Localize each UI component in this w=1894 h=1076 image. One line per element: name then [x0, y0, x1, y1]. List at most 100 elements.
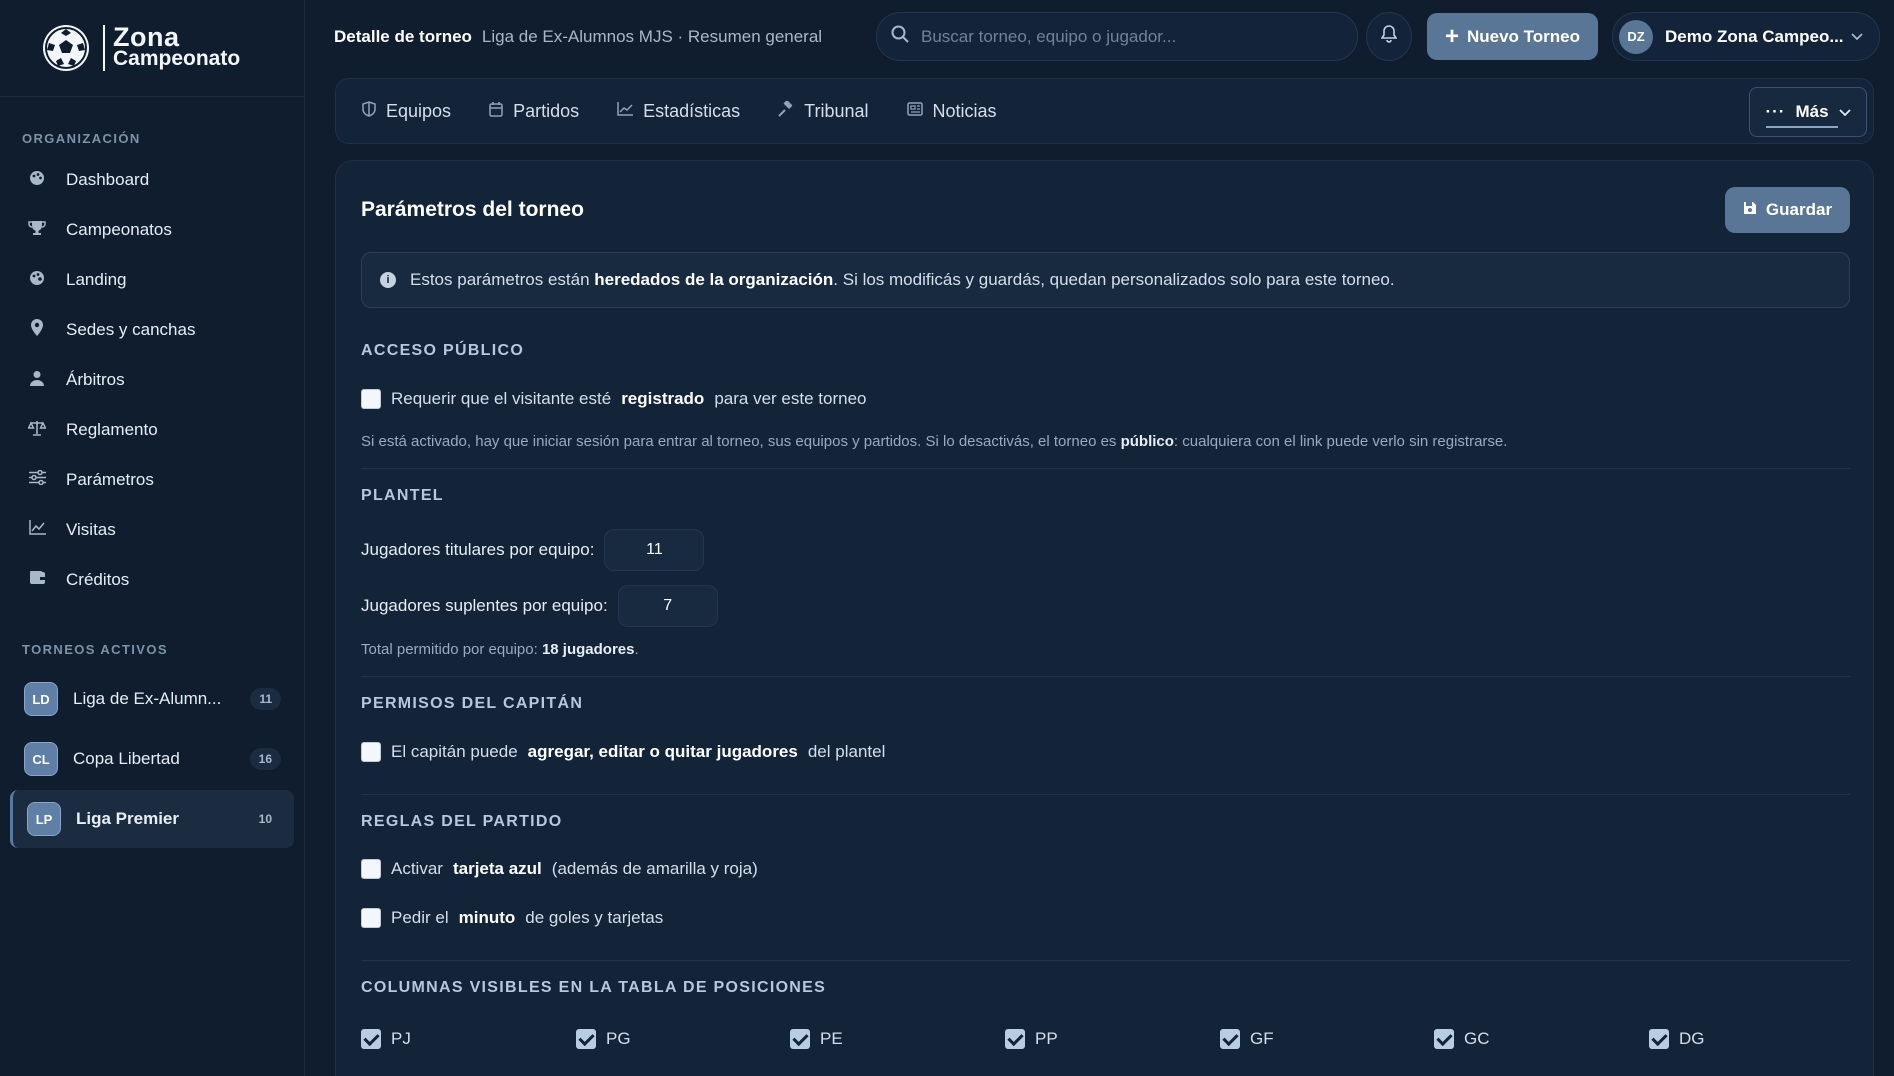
- column-checkbox[interactable]: [790, 1029, 810, 1049]
- active-underline: [1766, 126, 1838, 128]
- wallet-icon: [26, 570, 48, 590]
- search-box: [876, 12, 1358, 61]
- column-option-pg: PG: [576, 1029, 631, 1049]
- blue-card-row: Activar tarjeta azul (además de amarilla…: [361, 859, 758, 879]
- tab-label: Partidos: [513, 100, 580, 121]
- tab-noticias[interactable]: Noticias: [906, 101, 997, 122]
- search-icon: [891, 25, 909, 48]
- tournament-name: Liga de Ex-Alumn...: [73, 689, 222, 708]
- tournament-name: Liga Premier: [76, 809, 179, 828]
- public-help-post: : cualquiera con el link puede verlo sin…: [1173, 433, 1508, 450]
- sidebar-item-label: Sedes y canchas: [66, 320, 196, 339]
- column-checkbox[interactable]: [1220, 1029, 1240, 1049]
- column-checkbox[interactable]: [1434, 1029, 1454, 1049]
- public-access-help: Si está activado, hay que iniciar sesión…: [361, 433, 1507, 450]
- plus-icon: +: [1444, 22, 1459, 50]
- section-heading-captain: PERMISOS DEL CAPITÁN: [361, 695, 584, 712]
- sidebar-item-label: Visitas: [66, 520, 116, 539]
- sidebar-item-label: Parámetros: [66, 470, 154, 489]
- column-checkbox[interactable]: [1649, 1029, 1669, 1049]
- tournament-item-liga-ex-alumnos[interactable]: LD Liga de Ex-Alumn... 11: [10, 670, 294, 728]
- column-label: GC: [1464, 1029, 1490, 1048]
- sidebar: Zona Campeonato ORGANIZACIÓN Dashboard C…: [0, 0, 305, 1076]
- info-text-pre: Estos parámetros están: [410, 270, 590, 289]
- tournament-count-badge: 11: [250, 688, 281, 710]
- save-button[interactable]: Guardar: [1725, 187, 1850, 233]
- location-pin-icon: [26, 319, 48, 341]
- more-tabs-button[interactable]: ··· Más: [1749, 87, 1867, 137]
- substitutes-row: Jugadores suplentes por equipo:: [361, 585, 718, 627]
- minute-label-pre: Pedir el: [391, 908, 449, 927]
- column-label: PP: [1035, 1029, 1058, 1048]
- calendar-icon: [489, 101, 503, 121]
- bell-icon: [1380, 25, 1398, 48]
- tournament-count-badge: 16: [249, 748, 281, 770]
- tab-tribunal[interactable]: Tribunal: [778, 100, 869, 122]
- column-checkbox[interactable]: [576, 1029, 596, 1049]
- sidebar-item-campeonatos[interactable]: Campeonatos: [0, 205, 304, 255]
- column-option-gc: GC: [1434, 1029, 1490, 1049]
- substitutes-input[interactable]: [617, 585, 718, 627]
- sidebar-item-label: Dashboard: [66, 170, 150, 189]
- notifications-button[interactable]: [1366, 12, 1412, 61]
- blue-card-label-pre: Activar: [391, 859, 443, 878]
- sidebar-item-landing[interactable]: Landing: [0, 255, 304, 305]
- logo-separator: [103, 25, 105, 71]
- squad-total-bold: 18 jugadores: [541, 641, 635, 658]
- sidebar-item-label: Árbitros: [66, 370, 125, 389]
- sidebar-item-arbitros[interactable]: Árbitros: [0, 355, 304, 405]
- tab-equipos[interactable]: Equipos: [362, 101, 451, 122]
- tournament-tabs: Equipos Partidos Estadísticas Tribunal N…: [335, 78, 1874, 144]
- minute-checkbox[interactable]: [361, 908, 381, 928]
- sidebar-item-dashboard[interactable]: Dashboard: [0, 155, 304, 205]
- section-heading-squad: PLANTEL: [361, 487, 444, 504]
- public-help-pre: Si está activado, hay que iniciar sesión…: [361, 433, 1117, 450]
- new-tournament-button[interactable]: + Nuevo Torneo: [1427, 13, 1598, 60]
- tab-partidos[interactable]: Partidos: [489, 101, 579, 122]
- section-heading-public-access: ACCESO PÚBLICO: [361, 342, 525, 359]
- tournament-item-copa-libertad[interactable]: CL Copa Libertad 16: [10, 730, 294, 788]
- tab-estadisticas[interactable]: Estadísticas: [617, 101, 740, 122]
- column-checkbox[interactable]: [1005, 1029, 1025, 1049]
- ellipsis-icon: ···: [1765, 102, 1786, 121]
- org-nav: Dashboard Campeonatos Landing Sedes y ca…: [0, 155, 304, 605]
- active-tournaments-title: TORNEOS ACTIVOS: [22, 642, 168, 657]
- column-option-gf: GF: [1220, 1029, 1274, 1049]
- column-checkbox[interactable]: [361, 1029, 381, 1049]
- sidebar-item-reglamento[interactable]: Reglamento: [0, 405, 304, 455]
- require-registration-label-pre: Requerir que el visitante esté: [391, 389, 612, 408]
- user-icon: [26, 370, 48, 391]
- sidebar-item-sedes[interactable]: Sedes y canchas: [0, 305, 304, 355]
- tournament-item-liga-premier[interactable]: LP Liga Premier 10: [10, 790, 294, 848]
- search-input[interactable]: [921, 26, 1321, 47]
- captain-permission-checkbox[interactable]: [361, 742, 381, 762]
- trophy-icon: [26, 220, 48, 241]
- minute-label-bold: minuto: [458, 908, 516, 927]
- org-section-title: ORGANIZACIÓN: [22, 131, 141, 146]
- divider: [361, 468, 1850, 469]
- sidebar-item-parametros[interactable]: Parámetros: [0, 455, 304, 505]
- section-heading-match-rules: REGLAS DEL PARTIDO: [361, 813, 563, 830]
- starters-row: Jugadores titulares por equipo:: [361, 529, 705, 571]
- column-option-pe: PE: [790, 1029, 843, 1049]
- save-label: Guardar: [1765, 200, 1833, 219]
- chart-line-icon: [26, 520, 48, 540]
- blue-card-checkbox[interactable]: [361, 859, 381, 879]
- sidebar-item-label: Reglamento: [66, 420, 158, 439]
- brand-logo[interactable]: Zona Campeonato: [0, 0, 304, 97]
- sidebar-item-visitas[interactable]: Visitas: [0, 505, 304, 555]
- column-option-dg: DG: [1649, 1029, 1705, 1049]
- tournament-avatar: LP: [27, 802, 61, 836]
- sidebar-item-label: Landing: [66, 270, 127, 289]
- brand-line1: Zona: [113, 22, 180, 52]
- require-registration-checkbox[interactable]: [361, 389, 381, 409]
- sliders-icon: [26, 469, 48, 490]
- topbar: Detalle de torneo Liga de Ex-Alumnos MJS…: [306, 0, 1894, 74]
- user-menu[interactable]: DZ Demo Zona Campeo...: [1612, 12, 1880, 61]
- starters-input[interactable]: [604, 529, 705, 571]
- column-label: PJ: [391, 1029, 411, 1048]
- tab-label: Tribunal: [804, 100, 869, 121]
- divider: [361, 794, 1850, 795]
- sidebar-item-creditos[interactable]: Créditos: [0, 555, 304, 605]
- chevron-down-icon: [1838, 102, 1851, 122]
